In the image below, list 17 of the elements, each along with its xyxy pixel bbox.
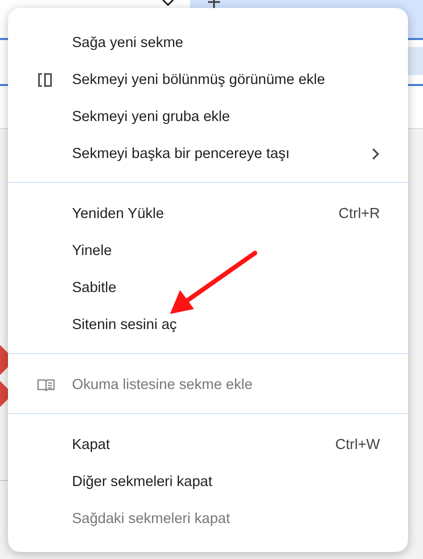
book-icon — [37, 376, 55, 392]
menu-item[interactable]: Sekmeyi başka bir pencereye taşı — [8, 135, 408, 172]
split-view-icon — [37, 72, 53, 88]
menu-item[interactable]: Kapat Ctrl+W — [8, 426, 408, 463]
address-field[interactable] — [407, 47, 423, 75]
menu-item[interactable]: Yeniden Yükle Ctrl+R — [8, 195, 408, 232]
menu-item[interactable]: Diğer sekmeleri kapat — [8, 463, 408, 500]
shortcut-text: Ctrl+R — [338, 206, 380, 222]
menu-item[interactable]: Sekmeyi yeni bölünmüş görünüme ekle — [8, 61, 408, 98]
menu-item[interactable]: Sabitle — [8, 269, 408, 306]
plus-icon[interactable] — [208, 0, 220, 8]
menu-item[interactable]: Sitenin sesini aç — [8, 306, 408, 343]
menu-item[interactable]: Sekmeyi yeni gruba ekle — [8, 98, 408, 135]
menu-item[interactable]: Yinele — [8, 232, 408, 269]
menu-item[interactable]: Sağa yeni sekme — [8, 24, 408, 61]
shortcut-text: Ctrl+W — [335, 436, 380, 452]
logo-icon — [0, 345, 8, 407]
